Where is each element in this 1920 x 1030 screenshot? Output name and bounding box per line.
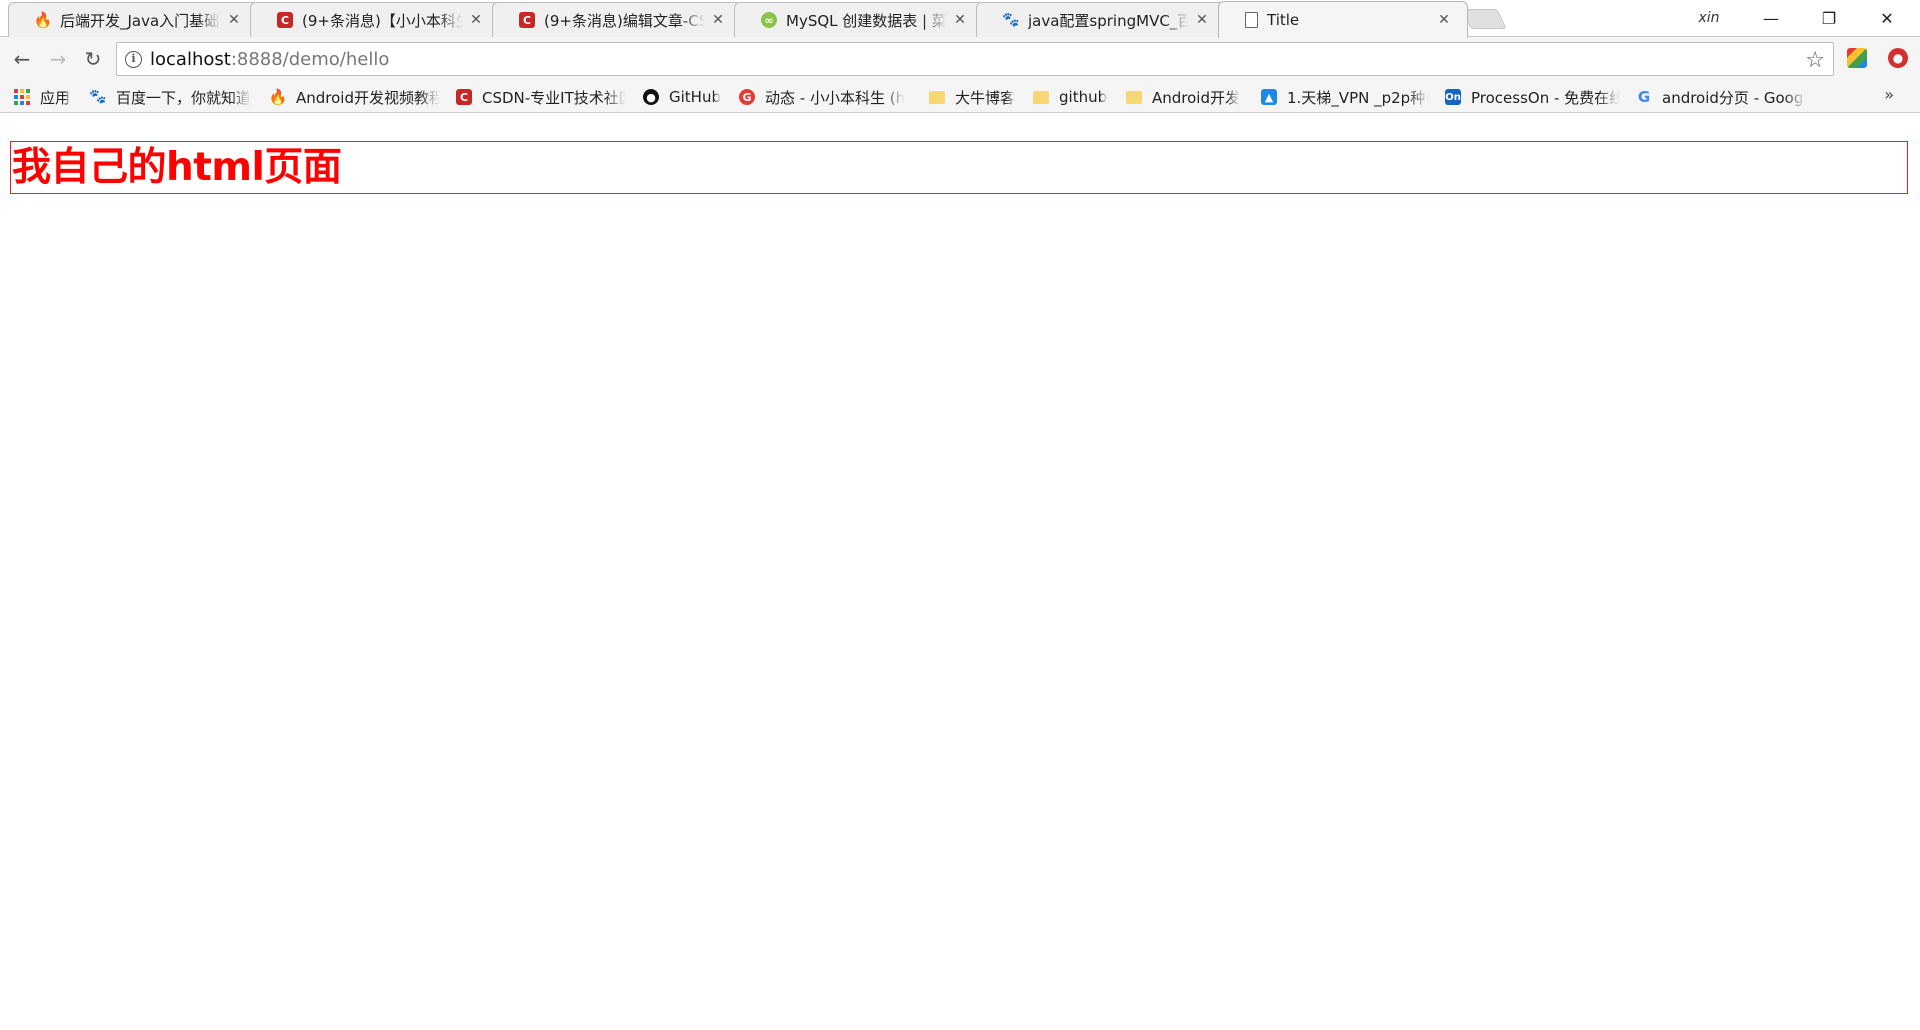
bookmark-folder-android[interactable]: Android开发 (1126, 87, 1246, 107)
bookmark-label: github (1059, 88, 1108, 106)
bookmarks-overflow-chevron-icon[interactable]: » (1884, 85, 1894, 104)
bookmark-label: 大牛博客 (955, 88, 1016, 107)
tab-title: (9+条消息)编辑文章-CSDN (544, 11, 705, 30)
baidu-paw-icon: 🐾 (90, 89, 107, 105)
bookmark-csdn[interactable]: C CSDN-专业IT技术社区 (456, 87, 626, 107)
tab-csdn-profile[interactable]: C (9+条消息)【小小本科生 ✕ (250, 2, 500, 37)
bookmark-label: 百度一下，你就知道 (116, 88, 252, 107)
user-profile-badge[interactable]: xin (1680, 0, 1738, 36)
runoob-icon: ∞ (761, 12, 777, 28)
tab-baidu-springmvc[interactable]: 🐾 java配置springMVC_百度 ✕ (976, 2, 1226, 37)
csdn-icon: C (456, 89, 472, 105)
tab-title: MySQL 创建数据表 | 菜鸟 (786, 11, 947, 30)
close-icon[interactable]: ✕ (469, 12, 483, 28)
bookmark-label: 动态 - 小小本科生 (h (765, 88, 906, 107)
tab-title: java配置springMVC_百度 (1028, 11, 1189, 30)
flame-icon: 🔥 (33, 11, 53, 29)
tab-strip: 🔥 后端开发_Java入门基础 ✕ C (9+条消息)【小小本科生 ✕ C (9… (0, 0, 1920, 38)
bookmark-weibo-profile[interactable]: G 动态 - 小小本科生 (h (739, 87, 911, 107)
vpn-icon: ▲ (1261, 89, 1277, 105)
csdn-icon: C (519, 12, 535, 28)
bookmark-star-icon[interactable]: ☆ (1805, 48, 1825, 73)
bookmark-label: Android开发视频教程 (296, 88, 440, 107)
back-button[interactable]: ← (8, 45, 36, 73)
tab-csdn-editor[interactable]: C (9+条消息)编辑文章-CSDN ✕ (492, 2, 742, 37)
page-icon (1245, 12, 1258, 28)
minimize-button[interactable]: — (1742, 0, 1800, 36)
forward-button[interactable]: → (44, 45, 72, 73)
tab-java-basics[interactable]: 🔥 后端开发_Java入门基础 ✕ (8, 2, 258, 37)
url-host: localhost (150, 48, 231, 70)
browser-toolbar: ← → ↻ i localhost:8888/demo/hello ☆ ● (0, 37, 1920, 81)
bookmark-folder-github[interactable]: github (1033, 87, 1113, 107)
close-icon[interactable]: ✕ (711, 12, 725, 28)
flame-icon: 🔥 (270, 88, 288, 106)
bookmark-label: ProcessOn - 免费在线 (1471, 88, 1620, 107)
folder-icon (1033, 90, 1049, 104)
close-icon[interactable]: ✕ (1195, 12, 1209, 28)
tab-title: Title (1267, 11, 1300, 29)
bookmark-github[interactable]: ● GitHub (643, 87, 739, 107)
close-icon[interactable]: ✕ (227, 12, 241, 28)
github-icon: ● (643, 89, 659, 105)
bookmark-apps[interactable]: 应用 (14, 87, 84, 107)
bookmark-processon[interactable]: On ProcessOn - 免费在线 (1445, 87, 1620, 107)
page-viewport: 我自己的html页面 (0, 113, 1920, 1030)
folder-icon (929, 90, 945, 104)
page-heading: 我自己的html页面 (10, 141, 1908, 194)
folder-icon (1126, 90, 1142, 104)
bookmark-baidu[interactable]: 🐾 百度一下，你就知道 (90, 87, 258, 107)
extension-icon[interactable] (1847, 48, 1867, 68)
bookmark-folder-blogs[interactable]: 大牛博客 (929, 87, 1029, 107)
google-icon: G (1637, 88, 1651, 106)
tab-title: (9+条消息)【小小本科生 (302, 11, 463, 30)
baidu-paw-icon: 🐾 (1002, 12, 1020, 28)
processon-icon: On (1445, 89, 1461, 105)
close-icon[interactable]: ✕ (1437, 12, 1451, 28)
bookmarks-bar: 应用 🐾 百度一下，你就知道 🔥 Android开发视频教程 C CSDN-专业… (0, 81, 1920, 113)
bookmark-label: CSDN-专业IT技术社区 (482, 88, 626, 107)
apps-icon (14, 89, 30, 105)
bookmark-label: 应用 (40, 88, 71, 107)
address-bar[interactable]: i localhost:8888/demo/hello ☆ (116, 42, 1834, 76)
adblock-extension-icon[interactable]: ● (1888, 48, 1908, 68)
tab-mysql-runoob[interactable]: ∞ MySQL 创建数据表 | 菜鸟 ✕ (734, 2, 984, 37)
bookmark-vpn[interactable]: ▲ 1.天梯_VPN _p2p种子 (1261, 87, 1429, 107)
csdn-icon: C (277, 12, 293, 28)
tab-title: 后端开发_Java入门基础 (60, 11, 220, 30)
weibo-icon: G (739, 89, 755, 105)
bookmark-label: android分页 - Google (1662, 88, 1806, 107)
close-window-button[interactable]: ✕ (1858, 0, 1916, 36)
new-tab-button[interactable] (1461, 9, 1507, 29)
bookmark-google-search[interactable]: G android分页 - Google (1636, 87, 1806, 107)
bookmark-label: 1.天梯_VPN _p2p种子 (1287, 88, 1429, 107)
close-icon[interactable]: ✕ (953, 12, 967, 28)
bookmark-android-video[interactable]: 🔥 Android开发视频教程 (270, 87, 440, 107)
bookmark-label: GitHub (669, 88, 721, 106)
url-path: :8888/demo/hello (230, 48, 390, 70)
restore-button[interactable]: ❐ (1800, 0, 1858, 36)
info-icon[interactable]: i (125, 50, 142, 68)
bookmark-label: Android开发 (1152, 88, 1240, 107)
tab-title-active[interactable]: Title ✕ (1218, 1, 1468, 38)
reload-button[interactable]: ↻ (79, 45, 107, 73)
